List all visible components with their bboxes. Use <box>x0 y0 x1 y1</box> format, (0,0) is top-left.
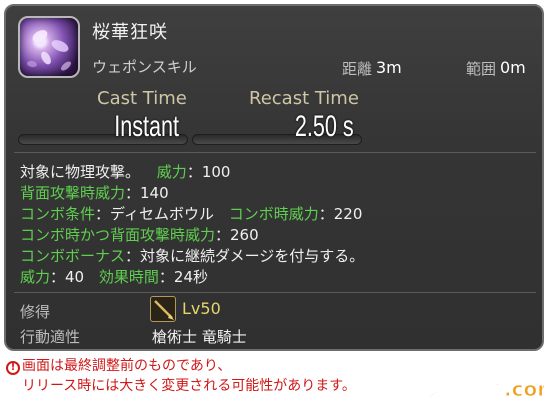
disclaimer-text: 画面は最終調整前のものであり、 <box>22 358 232 374</box>
range-value: 3m <box>376 58 402 77</box>
combo-potency-label: コンボ時威力 <box>228 205 319 223</box>
recast-time-value: 2.50 s <box>295 110 354 143</box>
description-text: 対象に物理攻撃。 <box>20 163 141 181</box>
recast-time-label: Recast Time <box>249 88 359 109</box>
cast-time-value: Instant <box>114 110 179 143</box>
watermark-text: ファミ通.com <box>424 377 544 401</box>
range-label: 距離 <box>342 60 373 78</box>
lance-icon <box>150 296 176 322</box>
description-line: 対象に物理攻撃。 威力：100 <box>20 162 530 183</box>
potency-label: 威力 <box>156 163 187 181</box>
disclaimer-text: リリース時には大きく変更される可能性があります。 <box>22 378 356 394</box>
combo-bonus-label: コンボボーナス <box>20 247 126 265</box>
skill-icon <box>18 16 80 78</box>
tooltip-header: 桜華狂咲 ウェポンスキル 距離 3m 範囲 0m Cast Time Recas… <box>6 6 542 154</box>
potency-value: ：100 <box>186 163 231 181</box>
divider <box>14 292 536 293</box>
skill-type: ウェポンスキル <box>92 58 197 76</box>
dot-potency-label: 威力 <box>20 268 51 286</box>
combo-rear-potency-label: コンボ時かつ背面攻撃時威力 <box>20 226 216 244</box>
affinity-jobs: 槍術士 竜騎士 <box>152 328 247 346</box>
duration-label: 効果時間 <box>98 268 159 286</box>
combo-potency-value: ：220 <box>318 205 363 223</box>
disclaimer-line: ! 画面は最終調整前のものであり、 <box>6 356 356 376</box>
description-line: 背面攻撃時威力：140 <box>20 183 530 204</box>
description-line: コンボ時かつ背面攻撃時威力：260 <box>20 225 530 246</box>
famitsu-logo: ファミ通.com <box>422 372 548 402</box>
duration-value: ：24秒 <box>158 268 208 286</box>
combo-condition-label: コンボ条件 <box>20 205 96 223</box>
disclaimer-note: ! 画面は最終調整前のものであり、 リリース時には大きく変更される可能性があります… <box>6 356 356 396</box>
skill-name: 桜華狂咲 <box>92 22 168 43</box>
skill-description: 対象に物理攻撃。 威力：100 背面攻撃時威力：140 コンボ条件：ディセムボウ… <box>20 162 530 288</box>
radius-label: 範囲 <box>466 60 497 78</box>
action-tooltip: 桜華狂咲 ウェポンスキル 距離 3m 範囲 0m Cast Time Recas… <box>4 4 544 351</box>
rear-potency-label: 背面攻撃時威力 <box>20 184 126 202</box>
radius-value: 0m <box>500 58 526 77</box>
warning-icon: ! <box>6 361 20 375</box>
divider <box>14 152 536 153</box>
rear-potency-value: ：140 <box>125 184 169 202</box>
combo-rear-potency-value: ：260 <box>215 226 259 244</box>
description-line: 威力：40 効果時間：24秒 <box>20 267 530 288</box>
acquire-level: Lv50 <box>182 299 221 318</box>
affinity-label: 行動適性 <box>20 328 81 346</box>
description-line: コンボボーナス：対象に継続ダメージを付与する。 <box>20 246 530 267</box>
acquire-label: 修得 <box>20 303 51 321</box>
combo-bonus-value: ：対象に継続ダメージを付与する。 <box>125 247 365 265</box>
combo-condition-value: ：ディセムボウル <box>95 205 214 223</box>
dot-potency-value: ：40 <box>50 268 85 286</box>
description-line: コンボ条件：ディセムボウル コンボ時威力：220 <box>20 204 530 225</box>
cast-time-label: Cast Time <box>97 88 187 109</box>
